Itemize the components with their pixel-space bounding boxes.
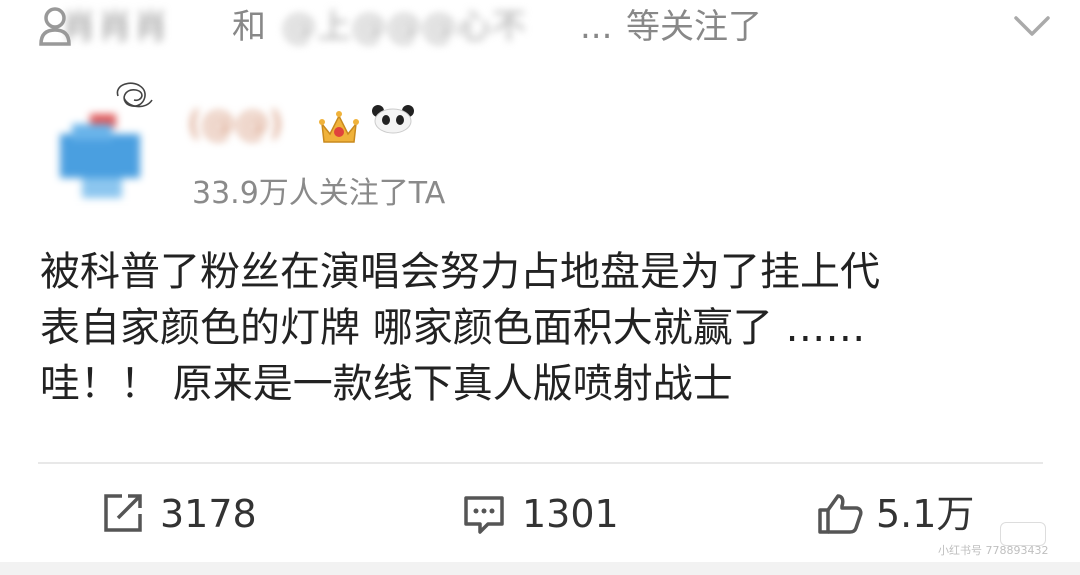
- watermark-text: 小红书号 778893432: [938, 544, 1049, 557]
- repost-button[interactable]: 3178: [100, 484, 300, 544]
- repost-icon: [104, 494, 142, 532]
- repost-count: 3178: [160, 492, 257, 536]
- like-count: 5.1万: [876, 492, 975, 536]
- ellipsis-text: ...: [580, 7, 613, 47]
- author-username[interactable]: (@@): [188, 104, 283, 148]
- avatar-decoration-icon: [116, 82, 153, 108]
- follower-count: 33.9万人关注了TA: [192, 176, 446, 211]
- crown-badge-icon: [319, 111, 359, 143]
- follower-name-b[interactable]: @上@@@心不: [282, 4, 527, 50]
- like-icon: [818, 494, 863, 534]
- bottom-strip: [0, 562, 1080, 575]
- panda-badge-icon: [372, 105, 414, 134]
- follower-name-a[interactable]: 肖肖肖: [62, 4, 170, 50]
- watermark-logo: [1000, 522, 1046, 546]
- comment-icon: [464, 496, 504, 534]
- divider: [38, 462, 1043, 464]
- post-line: 被科普了粉丝在演唱会努力占地盘是为了挂上代: [40, 249, 880, 295]
- followed-label: 等关注了: [626, 7, 762, 47]
- chevron-down-icon[interactable]: [1012, 10, 1052, 40]
- comment-count: 1301: [522, 492, 619, 536]
- comment-button[interactable]: 1301: [462, 484, 662, 544]
- like-button[interactable]: 5.1万: [816, 484, 1016, 544]
- followed-by-bar: 肖肖肖 和 @上@@@心不 ... 等关注了: [0, 0, 1080, 60]
- post-line: 表自家颜色的灯牌 哪家颜色面积大就赢了 ……: [40, 305, 866, 351]
- conjunction-text: 和: [232, 7, 266, 47]
- post-line: 哇！！ 原来是一款线下真人版喷射战士: [40, 361, 733, 407]
- post-text: 被科普了粉丝在演唱会努力占地盘是为了挂上代 表自家颜色的灯牌 哪家颜色面积大就赢…: [40, 244, 1050, 412]
